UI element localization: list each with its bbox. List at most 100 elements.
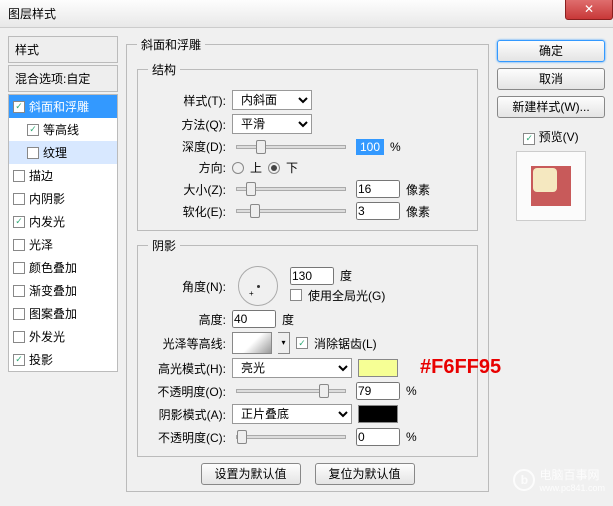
sidebar-item-label: 投影 (29, 351, 53, 368)
altitude-label: 高度: (148, 311, 226, 328)
size-slider[interactable] (236, 187, 346, 191)
deg-unit2: 度 (282, 311, 294, 328)
antialias-label: 消除锯齿(L) (314, 335, 377, 352)
sidebar-item-label: 图案叠加 (29, 305, 77, 322)
checkbox-icon[interactable] (13, 193, 25, 205)
checkbox-icon[interactable]: ✓ (13, 101, 25, 113)
checkbox-icon[interactable] (13, 331, 25, 343)
blend-options[interactable]: 混合选项:自定 (8, 65, 118, 92)
checkbox-icon[interactable]: ✓ (13, 354, 25, 366)
sidebar-item-label: 描边 (29, 167, 53, 184)
gloss-contour[interactable] (232, 332, 272, 354)
shadow-mode-label: 阴影模式(A): (148, 406, 226, 423)
checkbox-icon[interactable] (13, 262, 25, 274)
style-select[interactable]: 内斜面 (232, 90, 312, 110)
watermark-url: www.pc841.com (539, 483, 605, 493)
sidebar-item-label: 光泽 (29, 236, 53, 253)
checkbox-icon[interactable]: ✓ (13, 216, 25, 228)
highlight-mode-select[interactable]: 亮光 (232, 358, 352, 378)
contour-dropdown-icon[interactable]: ▾ (278, 332, 290, 354)
reset-default-button[interactable]: 复位为默认值 (315, 463, 415, 485)
sidebar-item[interactable]: 渐变叠加 (9, 279, 117, 302)
soften-input[interactable] (356, 202, 400, 220)
technique-select[interactable]: 平滑 (232, 114, 312, 134)
title-bar: 图层样式 ✕ (0, 0, 613, 28)
global-light-label: 使用全局光(G) (308, 287, 385, 304)
depth-value[interactable]: 100 (356, 139, 384, 155)
checkbox-icon[interactable] (13, 308, 25, 320)
deg-unit: 度 (340, 267, 352, 284)
angle-label: 角度(N): (148, 278, 226, 295)
angle-dial[interactable]: + (238, 266, 278, 306)
sidebar-item-label: 斜面和浮雕 (29, 98, 89, 115)
direction-label: 方向: (148, 159, 226, 176)
checkbox-icon[interactable] (27, 147, 39, 159)
sidebar-item-label: 等高线 (43, 121, 79, 138)
sidebar-item[interactable]: ✓ 内发光 (9, 210, 117, 233)
size-input[interactable] (356, 180, 400, 198)
close-icon: ✕ (584, 2, 594, 16)
dialog-content: 样式 混合选项:自定 ✓ 斜面和浮雕 ✓ 等高线纹理描边内阴影 ✓ 内发光光泽颜色叠加渐变… (0, 28, 613, 506)
dir-up-radio[interactable] (232, 162, 244, 174)
sidebar-item[interactable]: 外发光 (9, 325, 117, 348)
sidebar-item[interactable]: 内阴影 (9, 187, 117, 210)
sidebar-item-label: 纹理 (43, 144, 67, 161)
highlight-opacity-input[interactable] (356, 382, 400, 400)
checkbox-icon[interactable]: ✓ (27, 124, 39, 136)
dir-down-radio[interactable] (268, 162, 280, 174)
angle-input[interactable] (290, 267, 334, 285)
bevel-legend: 斜面和浮雕 (137, 36, 205, 53)
shadow-mode-select[interactable]: 正片叠底 (232, 404, 352, 424)
cancel-button[interactable]: 取消 (497, 68, 605, 90)
sidebar-item-label: 外发光 (29, 328, 65, 345)
sidebar-item[interactable]: 颜色叠加 (9, 256, 117, 279)
sidebar-item[interactable]: 描边 (9, 164, 117, 187)
shadow-opacity-input[interactable] (356, 428, 400, 446)
make-default-button[interactable]: 设置为默认值 (201, 463, 301, 485)
structure-legend: 结构 (148, 61, 180, 78)
shadow-color-swatch[interactable] (358, 405, 398, 423)
sidebar-item-label: 颜色叠加 (29, 259, 77, 276)
ok-button[interactable]: 确定 (497, 40, 605, 62)
sidebar-item[interactable]: ✓ 等高线 (9, 118, 117, 141)
new-style-button[interactable]: 新建样式(W)... (497, 96, 605, 118)
styles-sidebar: 样式 混合选项:自定 ✓ 斜面和浮雕 ✓ 等高线纹理描边内阴影 ✓ 内发光光泽颜色叠加渐变… (8, 36, 118, 498)
px-unit: 像素 (406, 181, 430, 198)
checkbox-icon[interactable] (13, 239, 25, 251)
sidebar-item[interactable]: ✓ 斜面和浮雕 (9, 95, 117, 118)
sidebar-item[interactable]: 图案叠加 (9, 302, 117, 325)
technique-label: 方法(Q): (148, 116, 226, 133)
close-button[interactable]: ✕ (565, 0, 613, 20)
pct-unit: % (390, 140, 401, 154)
size-label: 大小(Z): (148, 181, 226, 198)
shadow-opacity-label: 不透明度(C): (148, 429, 226, 446)
dir-up-label: 上 (250, 159, 262, 176)
global-light-check[interactable] (290, 289, 302, 301)
preview-box (516, 151, 586, 221)
depth-label: 深度(D): (148, 138, 226, 155)
shading-group: 阴影 角度(N): + 度 使用全局光(G) (137, 237, 478, 457)
sidebar-item[interactable]: 纹理 (9, 141, 117, 164)
px-unit2: 像素 (406, 203, 430, 220)
soften-slider[interactable] (236, 209, 346, 213)
sidebar-item-label: 渐变叠加 (29, 282, 77, 299)
sidebar-item[interactable]: ✓ 投影 (9, 348, 117, 371)
sidebar-item-label: 内发光 (29, 213, 65, 230)
altitude-input[interactable] (232, 310, 276, 328)
soften-label: 软化(E): (148, 203, 226, 220)
checkbox-icon[interactable] (13, 285, 25, 297)
shadow-opacity-slider[interactable] (236, 435, 346, 439)
sidebar-header: 样式 (8, 36, 118, 63)
style-label: 样式(T): (148, 92, 226, 109)
preview-label: 预览(V) (539, 130, 579, 144)
checkbox-icon[interactable] (13, 170, 25, 182)
highlight-color-swatch[interactable] (358, 359, 398, 377)
highlight-opacity-slider[interactable] (236, 389, 346, 393)
antialias-check[interactable]: ✓ (296, 337, 308, 349)
highlight-mode-label: 高光模式(H): (148, 360, 226, 377)
preview-check[interactable]: ✓ (523, 133, 535, 145)
depth-slider[interactable] (236, 145, 346, 149)
sidebar-item[interactable]: 光泽 (9, 233, 117, 256)
preview-icon (531, 166, 571, 206)
dir-down-label: 下 (286, 159, 298, 176)
